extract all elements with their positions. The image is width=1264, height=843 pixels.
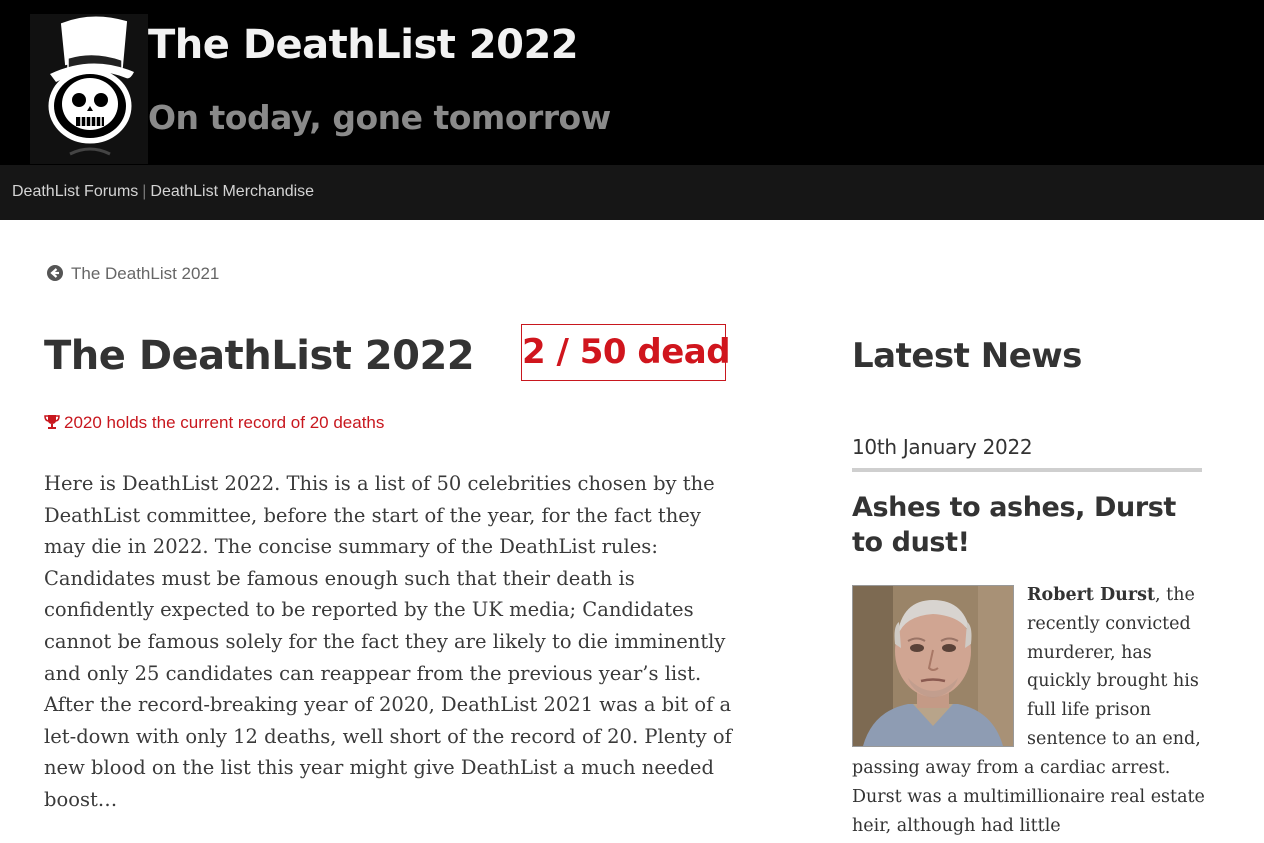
intro-paragraph: Here is DeathList 2022. This is a list o… (44, 472, 732, 811)
news-body-bottom: passing away from a cardiac arrest. Durs… (852, 758, 1205, 836)
trophy-icon (44, 414, 60, 435)
back-link-previous-year[interactable]: The DeathList 2021 (47, 264, 219, 284)
nav-link-forums[interactable]: DeathList Forums (12, 183, 138, 200)
skull-top-hat-logo[interactable] (30, 14, 148, 164)
site-tagline: On today, gone tomorrow (148, 98, 611, 137)
nav-link-merchandise[interactable]: DeathList Merchandise (150, 183, 314, 200)
record-note: 2020 holds the current record of 20 deat… (44, 413, 384, 435)
dead-counter-badge: 2 / 50 dead (521, 324, 731, 381)
top-nav: DeathList Forums | DeathList Merchandise (0, 165, 1264, 220)
back-link-label[interactable]: The DeathList 2021 (71, 264, 219, 283)
news-divider (852, 468, 1202, 472)
news-body-top: Robert Durst, the recently convicted mur… (1027, 581, 1217, 754)
news-photo-robert-durst (852, 585, 1014, 747)
nav-links: DeathList Forums | DeathList Merchandise (12, 183, 314, 201)
sidebar-title: Latest News (852, 336, 1082, 376)
nav-separator: | (142, 183, 147, 200)
news-body-top-text: , the recently convicted murderer, has q… (1027, 585, 1201, 749)
site-header: The DeathList 2022 On today, gone tomorr… (0, 0, 1264, 165)
news-person-name: Robert Durst (1027, 585, 1156, 605)
arrow-circle-left-icon (47, 265, 63, 281)
page-title: The DeathList 2022 (44, 333, 475, 379)
site-title[interactable]: The DeathList 2022 (148, 22, 579, 68)
record-note-text: 2020 holds the current record of 20 deat… (64, 413, 385, 432)
news-date: 10th January 2022 (852, 435, 1033, 459)
news-headline[interactable]: Ashes to ashes, Durst to dust! (852, 490, 1212, 560)
